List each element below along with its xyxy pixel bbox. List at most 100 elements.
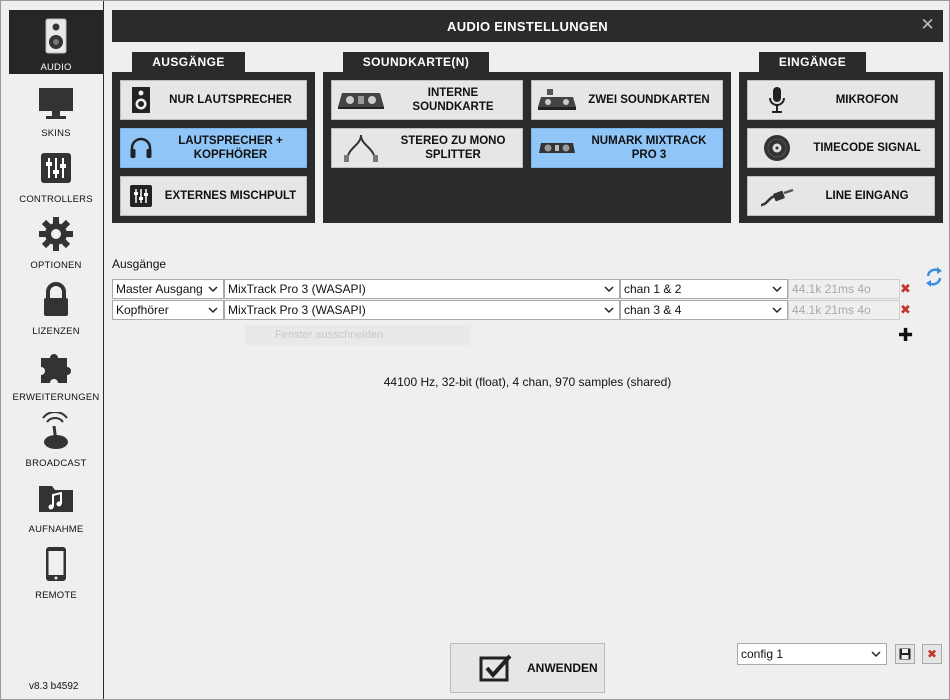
sidebar-item-controllers[interactable]: CONTROLLERS bbox=[9, 142, 103, 206]
sidebar-item-label: OPTIONEN bbox=[30, 260, 82, 271]
output-channel-select[interactable]: Master Ausgang bbox=[112, 279, 224, 299]
puzzle-icon bbox=[41, 354, 71, 383]
line-input-button[interactable]: LINE EINGANG bbox=[747, 176, 935, 216]
sidebar-item-skins[interactable]: SKINS bbox=[9, 76, 103, 140]
microphone-button[interactable]: MIKROFON bbox=[747, 80, 935, 120]
music-folder-icon bbox=[39, 486, 73, 512]
outputs-panel: NUR LAUTSPRECHER LAUTSPRECHER + KOPFHÖRE… bbox=[112, 72, 315, 223]
output-info: 44.1k 21ms 4o bbox=[788, 279, 900, 299]
chevron-down-icon bbox=[604, 307, 614, 314]
numark-controller-icon bbox=[539, 143, 575, 153]
sidebar-item-aufnahme[interactable]: AUFNAHME bbox=[9, 472, 103, 536]
delete-config-button[interactable]: ✖ bbox=[922, 644, 942, 664]
dual-soundcard-icon bbox=[538, 89, 576, 110]
select-value: MixTrack Pro 3 (WASAPI) bbox=[228, 303, 366, 317]
button-label: STEREO ZU MONO SPLITTER bbox=[400, 135, 506, 161]
chevron-down-icon bbox=[604, 286, 614, 293]
version-label: v8.3 b4592 bbox=[29, 681, 79, 692]
save-config-button[interactable] bbox=[895, 644, 915, 664]
sidebar-item-label: BROADCAST bbox=[25, 458, 87, 469]
chevron-down-icon bbox=[208, 307, 218, 314]
vinyl-icon bbox=[764, 135, 790, 161]
sidebar-item-label: AUDIO bbox=[40, 62, 72, 73]
external-mixer-button[interactable]: EXTERNES MISCHPULT bbox=[120, 176, 307, 216]
button-label: NUMARK MIXTRACK PRO 3 bbox=[591, 135, 707, 161]
speaker-icon bbox=[45, 18, 67, 54]
button-label: TIMECODE SIGNAL bbox=[813, 142, 921, 154]
save-icon bbox=[899, 648, 911, 660]
gear-icon bbox=[39, 217, 73, 251]
chevron-down-icon bbox=[871, 651, 881, 658]
inputs-panel: MIKROFON TIMECODE SIGNAL LINE EINGANG bbox=[739, 72, 943, 223]
settings-window: AUDIO SKINS CONTROLLERS OPTIONEN LIZENZE… bbox=[0, 0, 950, 700]
select-value: config 1 bbox=[741, 647, 784, 661]
sidebar-item-remote[interactable]: REMOTE bbox=[9, 538, 103, 602]
sidebar-item-lizenzen[interactable]: LIZENZEN bbox=[9, 274, 103, 338]
inputs-panel-title: EINGÄNGE bbox=[759, 52, 866, 72]
sidebar-item-optionen[interactable]: OPTIONEN bbox=[9, 208, 103, 272]
audio-format-status: 44100 Hz, 32-bit (float), 4 chan, 970 sa… bbox=[383, 375, 672, 389]
button-label: ZWEI SOUNDKARTEN bbox=[588, 94, 710, 106]
outputs-panel-title: AUSGÄNGE bbox=[132, 52, 245, 72]
speaker-icon bbox=[132, 87, 150, 113]
stereo-mono-splitter-button[interactable]: STEREO ZU MONO SPLITTER bbox=[331, 128, 523, 168]
soundcards-panel: INTERNE SOUNDKARTE ZWEI SOUNDKARTEN STER… bbox=[323, 72, 731, 223]
output-device-select[interactable]: MixTrack Pro 3 (WASAPI) bbox=[224, 300, 620, 320]
ghost-tooltip: Fenster ausschneiden bbox=[245, 325, 471, 345]
timecode-signal-button[interactable]: TIMECODE SIGNAL bbox=[747, 128, 935, 168]
output-row-headphones: Kopfhörer MixTrack Pro 3 (WASAPI) chan 3… bbox=[112, 300, 900, 320]
soundcards-panel-title: SOUNDKARTE(N) bbox=[343, 52, 489, 72]
broadcast-icon bbox=[42, 412, 68, 449]
button-label: NUR LAUTSPRECHER bbox=[169, 94, 292, 106]
splitter-cable-icon bbox=[344, 134, 378, 162]
add-output-icon[interactable]: ✚ bbox=[898, 326, 913, 344]
output-chan-select[interactable]: chan 1 & 2 bbox=[620, 279, 788, 299]
output-info: 44.1k 21ms 4o bbox=[788, 300, 900, 320]
outputs-section-label: Ausgänge bbox=[112, 257, 167, 271]
speakers-headphones-button[interactable]: LAUTSPRECHER + KOPFHÖRER bbox=[120, 128, 307, 168]
button-label: INTERNE SOUNDKARTE bbox=[412, 87, 494, 113]
output-device-select[interactable]: MixTrack Pro 3 (WASAPI) bbox=[224, 279, 620, 299]
chevron-down-icon bbox=[772, 307, 782, 314]
chevron-down-icon bbox=[208, 286, 218, 293]
select-value: Kopfhörer bbox=[116, 303, 169, 317]
config-select[interactable]: config 1 bbox=[737, 643, 887, 665]
close-icon[interactable]: ✕ bbox=[920, 16, 935, 34]
internal-soundcard-button[interactable]: INTERNE SOUNDKARTE bbox=[331, 80, 523, 120]
output-channel-select[interactable]: Kopfhörer bbox=[112, 300, 224, 320]
button-label: EXTERNES MISCHPULT bbox=[164, 190, 297, 202]
select-value: chan 1 & 2 bbox=[624, 282, 682, 296]
delete-row-icon[interactable]: ✖ bbox=[900, 302, 911, 318]
monitor-icon bbox=[39, 88, 73, 119]
title-bar: AUDIO EINSTELLUNGEN ✕ bbox=[112, 10, 943, 42]
sidebar-item-audio[interactable]: AUDIO bbox=[9, 10, 103, 74]
select-value: Master Ausgang bbox=[116, 282, 203, 296]
numark-mixtrack-button[interactable]: NUMARK MIXTRACK PRO 3 bbox=[531, 128, 723, 168]
select-value: MixTrack Pro 3 (WASAPI) bbox=[228, 282, 366, 296]
apply-button[interactable]: ANWENDEN bbox=[450, 643, 605, 693]
output-chan-select[interactable]: chan 3 & 4 bbox=[620, 300, 788, 320]
microphone-icon bbox=[769, 87, 785, 113]
mixer-sliders-icon bbox=[130, 185, 152, 207]
mixer-sliders-icon bbox=[41, 153, 71, 183]
refresh-icon[interactable] bbox=[924, 265, 944, 289]
button-label: LINE EINGANG bbox=[825, 190, 909, 202]
checkbox-check-icon bbox=[479, 654, 512, 682]
sidebar-item-broadcast[interactable]: BROADCAST bbox=[9, 406, 103, 470]
headphones-icon bbox=[130, 137, 152, 158]
apply-label: ANWENDEN bbox=[527, 661, 598, 675]
two-soundcards-button[interactable]: ZWEI SOUNDKARTEN bbox=[531, 80, 723, 120]
only-speakers-button[interactable]: NUR LAUTSPRECHER bbox=[120, 80, 307, 120]
chevron-down-icon bbox=[772, 286, 782, 293]
delete-row-icon[interactable]: ✖ bbox=[900, 281, 911, 297]
sidebar-item-erweiterungen[interactable]: ERWEITERUNGEN bbox=[9, 340, 103, 404]
sidebar: AUDIO SKINS CONTROLLERS OPTIONEN LIZENZE… bbox=[1, 1, 104, 699]
window-title: AUDIO EINSTELLUNGEN bbox=[447, 18, 608, 34]
dj-controller-icon bbox=[338, 93, 384, 109]
sidebar-item-label: REMOTE bbox=[35, 590, 77, 601]
button-label: LAUTSPRECHER + KOPFHÖRER bbox=[178, 135, 283, 161]
select-value: chan 3 & 4 bbox=[624, 303, 682, 317]
sidebar-item-label: CONTROLLERS bbox=[19, 194, 93, 205]
delete-icon: ✖ bbox=[926, 647, 938, 661]
button-label: MIKROFON bbox=[835, 94, 899, 106]
